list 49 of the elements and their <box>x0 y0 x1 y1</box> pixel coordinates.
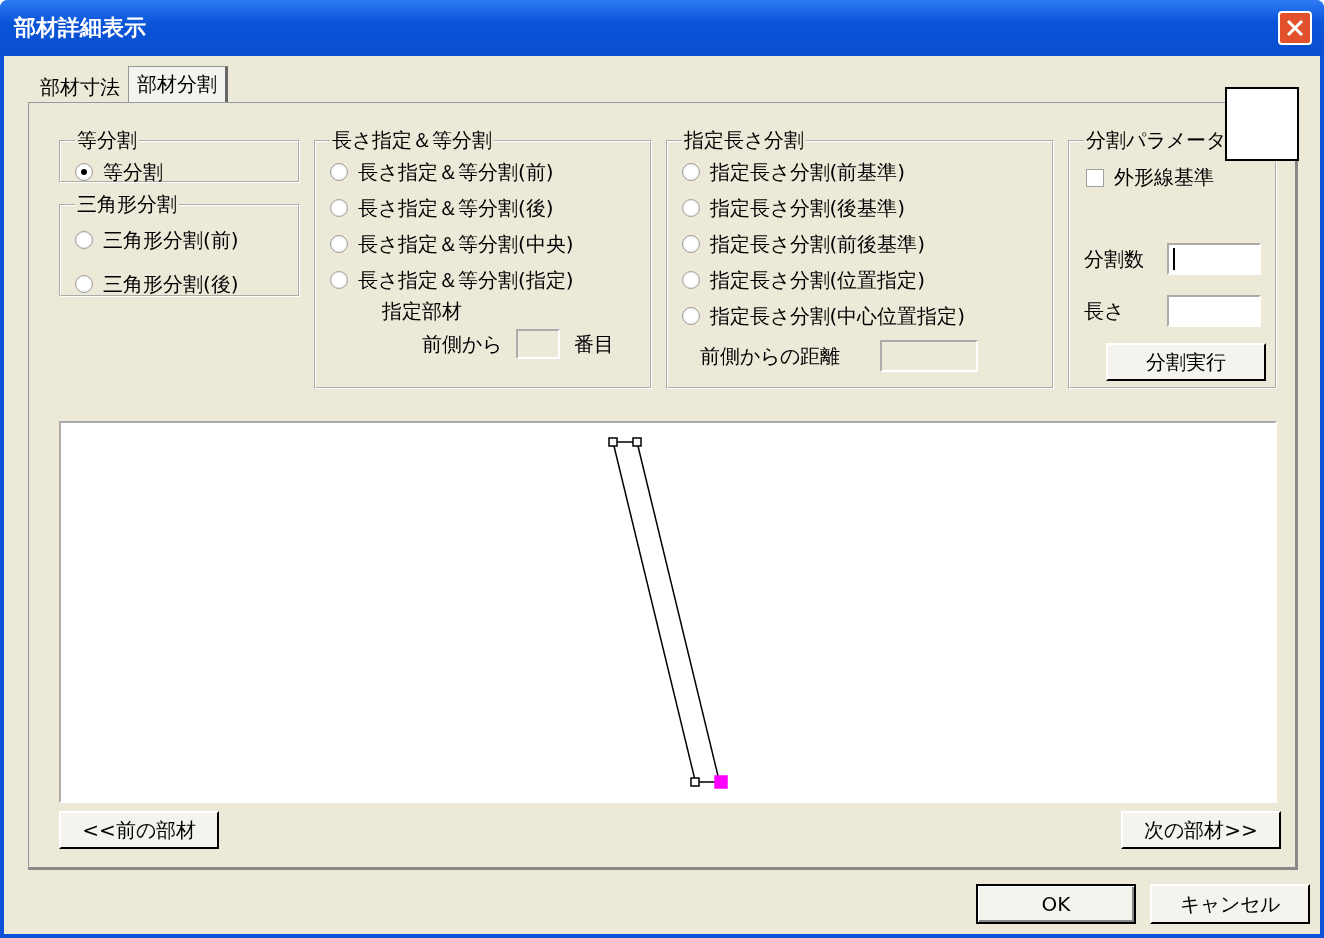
execute-button[interactable]: 分割実行 <box>1105 343 1266 381</box>
radio-indicator[interactable] <box>681 235 700 253</box>
close-icon <box>1285 18 1305 38</box>
radio-indicator[interactable] <box>75 231 93 249</box>
radio-button[interactable]: 指定長さ分割(後基準) <box>681 190 1052 226</box>
field-label: 前側から <box>421 330 502 358</box>
tab[interactable]: 部材分割 <box>128 66 228 102</box>
radio-button[interactable]: 長さ指定＆等分割(後) <box>329 190 650 226</box>
input-field[interactable] <box>1167 295 1261 327</box>
radio-button[interactable]: 長さ指定＆等分割(中央) <box>329 226 650 262</box>
radio-button[interactable]: 等分割 <box>75 154 298 190</box>
radio-button[interactable]: 指定長さ分割(中心位置指定) <box>681 298 1052 334</box>
radio-button[interactable]: 長さ指定＆等分割(指定) <box>329 262 650 298</box>
radio-indicator[interactable] <box>329 235 348 253</box>
group-title: 長さ指定＆等分割 <box>330 127 493 154</box>
field-label: 分割数 <box>1083 245 1144 273</box>
window-title: 部材詳細表示 <box>14 14 146 42</box>
group-title: 三角形分割 <box>76 191 178 218</box>
radio-indicator[interactable] <box>681 271 700 289</box>
checkbox[interactable]: 外形線基準 <box>1085 164 1275 191</box>
input-field[interactable] <box>1167 243 1261 275</box>
field-label: 前側からの距離 <box>699 342 840 370</box>
next-button[interactable]: 次の部材>> <box>1121 811 1281 849</box>
radio-button[interactable]: 長さ指定＆等分割(前) <box>329 154 650 190</box>
group-title: 指定長さ分割 <box>682 127 805 154</box>
radio-indicator[interactable] <box>75 163 93 181</box>
dialog-button[interactable]: OK <box>976 884 1136 924</box>
group-title: 分割パラメータ <box>1084 127 1227 154</box>
dialog-button[interactable]: キャンセル <box>1150 884 1310 924</box>
close-button[interactable] <box>1278 11 1312 45</box>
field-label: 指定部材 <box>381 298 463 325</box>
radio-button[interactable]: 指定長さ分割(前後基準) <box>681 226 1052 262</box>
field-label: 長さ <box>1083 297 1124 325</box>
radio-indicator[interactable] <box>329 163 348 181</box>
radio-indicator[interactable] <box>329 271 348 289</box>
previous-button[interactable]: <<前の部材 <box>59 811 219 849</box>
checkbox-indicator[interactable] <box>1085 168 1104 187</box>
radio-button[interactable]: 三角形分割(後) <box>75 262 298 306</box>
field-label: 番目 <box>573 330 614 358</box>
radio-button[interactable]: 三角形分割(前) <box>75 218 298 262</box>
number-field[interactable] <box>515 329 560 359</box>
radio-indicator[interactable] <box>681 163 700 181</box>
radio-button[interactable]: 指定長さ分割(前基準) <box>681 154 1052 190</box>
radio-indicator[interactable] <box>329 199 348 217</box>
group-title: 等分割 <box>76 127 138 154</box>
radio-indicator[interactable] <box>681 199 700 217</box>
radio-indicator[interactable] <box>681 307 700 325</box>
radio-indicator[interactable] <box>75 275 93 293</box>
radio-button[interactable]: 指定長さ分割(位置指定) <box>681 262 1052 298</box>
